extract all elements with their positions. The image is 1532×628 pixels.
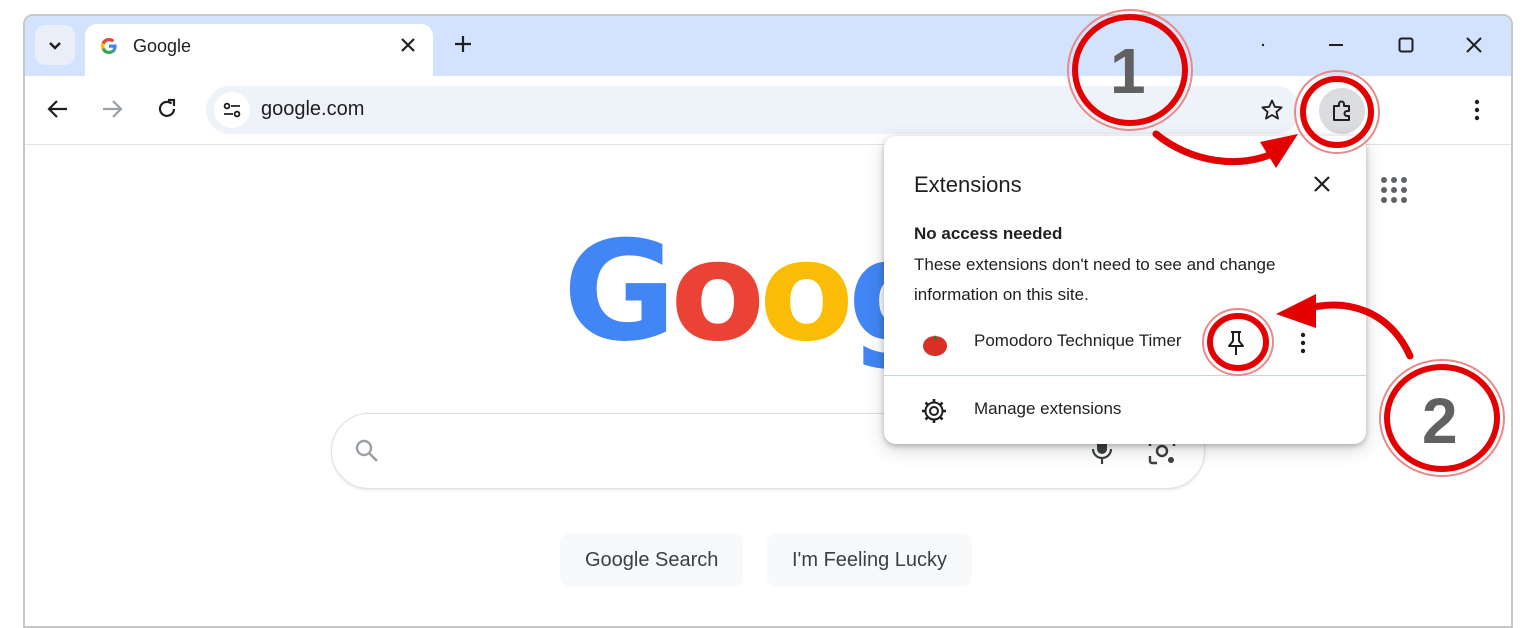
annotation-number-2: 2 <box>1422 385 1458 457</box>
tab-strip: Google <box>25 16 1511 76</box>
logo-letter: G <box>563 211 676 372</box>
extension-name[interactable]: Pomodoro Technique Timer <box>974 331 1182 351</box>
divider <box>884 375 1366 376</box>
tune-icon <box>223 102 241 118</box>
reload-button[interactable] <box>152 94 182 124</box>
minimize-icon <box>1329 44 1343 46</box>
logo-letter: o <box>759 211 854 372</box>
more-vert-icon <box>1474 99 1480 121</box>
close-window-button[interactable] <box>1459 30 1489 60</box>
maximize-button[interactable] <box>1391 30 1421 60</box>
section-description: These extensions don't need to see and c… <box>914 255 1276 304</box>
site-info-button[interactable] <box>214 92 250 128</box>
gear-icon <box>922 399 946 423</box>
minimize-button[interactable] <box>1321 30 1351 60</box>
tomato-icon <box>923 335 947 356</box>
tab-title: Google <box>133 36 192 56</box>
back-button[interactable] <box>43 94 73 124</box>
annotation-arrow-1 <box>1152 130 1298 168</box>
apps-grid-icon[interactable] <box>1379 175 1409 205</box>
dot-icon <box>1261 43 1265 47</box>
tab-close-button[interactable] <box>397 34 419 56</box>
annotation-arrow-2 <box>1276 294 1414 360</box>
new-tab-button[interactable] <box>451 32 475 56</box>
tab-search-button[interactable] <box>35 25 75 65</box>
google-search-button[interactable]: Google Search <box>560 534 744 586</box>
reload-icon <box>158 98 176 117</box>
section-heading: No access needed <box>914 224 1063 243</box>
forward-button[interactable] <box>97 94 127 124</box>
annotation-number-1: 1 <box>1110 35 1146 107</box>
popup-title: Extensions <box>914 172 1022 197</box>
maximize-icon <box>1398 37 1414 53</box>
annotation-ring-pin <box>1202 308 1274 376</box>
search-icon <box>355 439 378 462</box>
close-icon <box>401 38 415 52</box>
logo-letter: o <box>670 211 765 372</box>
chevron-down-icon <box>49 42 61 50</box>
close-icon[interactable] <box>1310 172 1334 196</box>
tab-google[interactable]: Google <box>85 24 433 76</box>
browser-menu-button[interactable] <box>1463 96 1491 124</box>
close-icon <box>1466 37 1482 53</box>
arrow-right-icon <box>103 100 123 118</box>
manage-extensions-link[interactable]: Manage extensions <box>974 399 1121 419</box>
minimize-dot <box>1248 30 1278 60</box>
arrow-left-icon <box>47 100 67 118</box>
feeling-lucky-button[interactable]: I'm Feeling Lucky <box>767 534 972 586</box>
url-text: google.com <box>261 98 365 120</box>
google-favicon-icon <box>100 37 117 55</box>
plus-icon <box>455 36 471 52</box>
